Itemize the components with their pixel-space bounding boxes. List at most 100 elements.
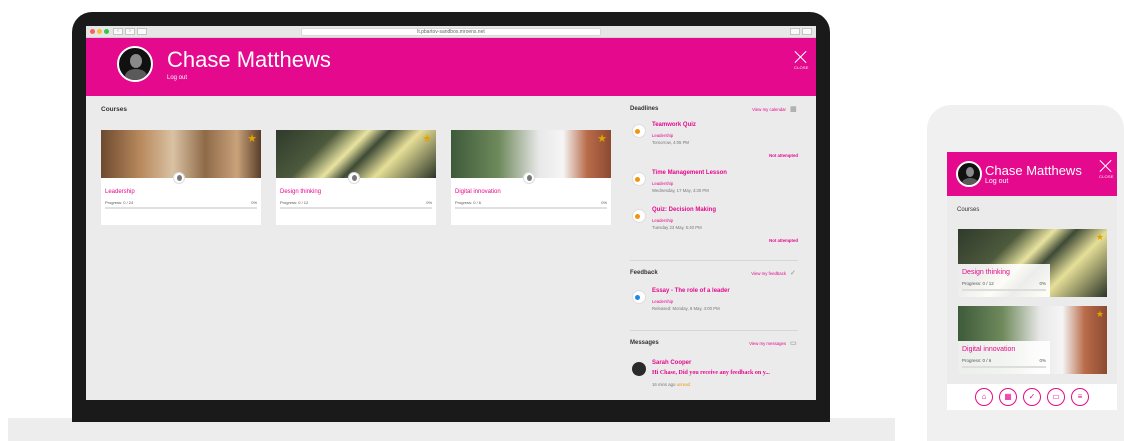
course-progress-text: Progress: 0 / 6 — [962, 358, 992, 363]
feedback-icon[interactable]: ≡ — [1071, 388, 1089, 406]
star-icon[interactable]: ★ — [1096, 309, 1104, 320]
course-progress-percent: 0% — [251, 200, 257, 205]
course-image: ★ — [451, 130, 611, 178]
back-icon[interactable]: ‹ — [113, 28, 123, 35]
message-preview: Hi Chase, Did you receive any feedback o… — [652, 370, 770, 376]
instructor-avatar — [348, 172, 360, 184]
calendar-icon[interactable]: ▦ — [999, 388, 1017, 406]
course-image: ★ — [101, 130, 261, 178]
section-divider — [630, 260, 798, 261]
user-name: Chase Matthews — [167, 47, 331, 72]
messages-icon[interactable]: ▭ — [1047, 388, 1065, 406]
window-minimize-dot[interactable] — [97, 29, 102, 34]
feedback-time: Released: Monday, 8 May, 4:00 PM — [652, 306, 720, 311]
check-icon[interactable]: ✓ — [790, 270, 798, 277]
course-title: Design thinking — [962, 269, 1010, 276]
close-button[interactable]: CLOSE — [794, 50, 808, 70]
feedback-heading: Feedback View my feedback ✓ — [630, 270, 798, 277]
courses-icon[interactable]: ⌂ — [975, 388, 993, 406]
course-card-design-thinking[interactable]: ★ Design thinking Progress: 0 / 12 0% — [276, 130, 436, 225]
courses-heading: Courses — [101, 106, 128, 113]
close-icon — [1099, 159, 1113, 173]
deadline-status: Not attempted — [769, 153, 798, 158]
right-panel: Deadlines View my calendar ▦ Teamwork Qu… — [630, 96, 798, 400]
course-progress-text: Progress: 0 / 12 — [280, 200, 309, 205]
close-label: CLOSE — [794, 65, 809, 70]
course-title: Digital innovation — [962, 346, 1016, 353]
progress-bar — [105, 207, 257, 209]
star-icon[interactable]: ★ — [597, 134, 607, 145]
message-meta: 16 mins ago unread — [652, 382, 691, 387]
course-progress-percent: 0% — [1039, 281, 1046, 286]
close-icon — [794, 50, 808, 64]
deadline-course: Leadership — [652, 218, 674, 223]
progress-bar — [962, 366, 1046, 368]
mobile-course-card-design-thinking[interactable]: ★ Design thinking Progress: 0 / 12 0% — [958, 229, 1107, 297]
course-card-leadership[interactable]: ★ Leadership Progress: 0 / 24 0% — [101, 130, 261, 225]
view-messages-link[interactable]: View my messages — [749, 341, 786, 346]
window-maximize-dot[interactable] — [104, 29, 109, 34]
progress-bar — [455, 207, 607, 209]
tabs-icon[interactable] — [802, 28, 812, 35]
lesson-icon — [632, 172, 646, 186]
view-calendar-link[interactable]: View my calendar — [752, 107, 786, 112]
progress-bar — [962, 289, 1046, 291]
avatar — [117, 46, 153, 82]
deadline-time: Tuesday 23 May, 5:40 PM — [652, 225, 702, 230]
course-title: Design thinking — [280, 189, 322, 195]
check-icon[interactable]: ✓ — [1023, 388, 1041, 406]
deadline-status: Not attempted — [769, 238, 798, 243]
deadline-time: Wednesday, 17 May, 4:30 PM — [652, 188, 709, 193]
course-title: Digital innovation — [455, 189, 501, 195]
mobile-user-header: Chase Matthews Log out CLOSE — [947, 152, 1117, 196]
deadline-course: Leadership — [652, 181, 674, 186]
deadlines-heading: Deadlines View my calendar ▦ — [630, 106, 798, 113]
star-icon[interactable]: ★ — [422, 134, 432, 145]
star-icon[interactable]: ★ — [1096, 232, 1104, 243]
section-divider — [630, 330, 798, 331]
deadline-title: Time Management Lesson — [652, 170, 727, 176]
user-name: Chase Matthews — [985, 163, 1082, 178]
browser-toolbar: ‹ › lt.pbartov-sandbox.mroens.net — [86, 26, 816, 38]
showcase-stage: ‹ › lt.pbartov-sandbox.mroens.net Chase … — [0, 0, 1124, 441]
course-progress-text: Progress: 0 / 24 — [105, 200, 134, 205]
close-label: CLOSE — [1099, 174, 1114, 179]
mobile-bottom-nav: ⌂ ▦ ✓ ▭ ≡ — [947, 384, 1117, 410]
feedback-course: Leadership — [652, 299, 674, 304]
close-button[interactable]: CLOSE — [1099, 159, 1113, 179]
sidebar-icon[interactable] — [137, 28, 147, 35]
laptop-screen: ‹ › lt.pbartov-sandbox.mroens.net Chase … — [86, 26, 816, 400]
chat-icon[interactable]: ▭ — [790, 340, 798, 347]
quiz-icon — [632, 209, 646, 223]
course-card-digital-innovation[interactable]: ★ Digital innovation Progress: 0 / 6 0% — [451, 130, 611, 225]
view-feedback-link[interactable]: View my feedback — [751, 271, 786, 276]
course-progress-percent: 0% — [426, 200, 432, 205]
window-close-dot[interactable] — [90, 29, 95, 34]
calendar-icon[interactable]: ▦ — [790, 106, 798, 113]
progress-bar — [280, 207, 432, 209]
deadline-title: Quiz: Decision Making — [652, 207, 717, 213]
dashboard-main: Courses ★ Leadership Progress: 0 / 24 0%… — [86, 96, 816, 400]
course-progress-text: Progress: 0 / 6 — [455, 200, 482, 205]
deadline-course: Leadership — [652, 133, 674, 138]
course-title: Leadership — [105, 189, 135, 195]
instructor-avatar — [523, 172, 535, 184]
mobile-course-card-digital-innovation[interactable]: ★ Digital innovation Progress: 0 / 6 0% — [958, 306, 1107, 374]
message-sender: Sarah Cooper — [652, 360, 692, 366]
course-image: ★ — [276, 130, 436, 178]
instructor-avatar — [173, 172, 185, 184]
logout-link[interactable]: Log out — [985, 178, 1008, 185]
user-header: Chase Matthews Log out CLOSE — [86, 38, 816, 96]
address-bar[interactable]: lt.pbartov-sandbox.mroens.net — [301, 28, 601, 36]
courses-heading: Courses — [957, 207, 980, 213]
feedback-icon — [632, 290, 646, 304]
forward-icon[interactable]: › — [125, 28, 135, 35]
logout-link[interactable]: Log out — [167, 75, 187, 81]
course-progress-text: Progress: 0 / 12 — [962, 281, 994, 286]
deadline-time: Tomorrow, 4:05 PM — [652, 140, 690, 145]
star-icon[interactable]: ★ — [247, 134, 257, 145]
phone-screen: Chase Matthews Log out CLOSE Courses ★ D… — [947, 152, 1117, 410]
share-icon[interactable] — [790, 28, 800, 35]
unread-badge: unread — [676, 382, 691, 387]
quiz-icon — [632, 124, 646, 138]
